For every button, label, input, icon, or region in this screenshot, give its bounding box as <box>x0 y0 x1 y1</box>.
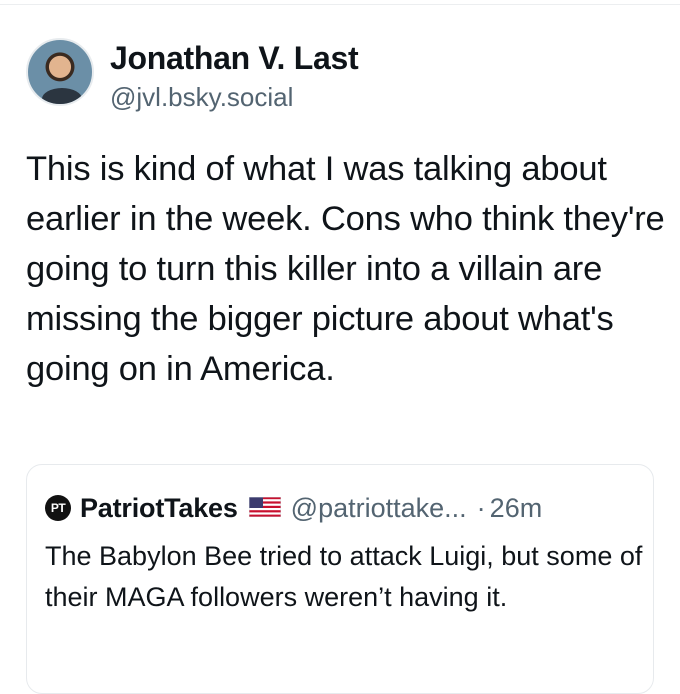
avatar-shirt <box>42 88 82 104</box>
quoted-post-text: The Babylon Bee tried to attack Luigi, b… <box>45 541 643 612</box>
quoted-timestamp[interactable]: 26m <box>490 492 543 524</box>
avatar[interactable] <box>26 38 94 106</box>
post-header: Jonathan V. Last @jvl.bsky.social <box>26 38 359 113</box>
meta-separator: · <box>476 493 486 523</box>
quoted-handle[interactable]: @patriottake... <box>291 492 467 524</box>
top-divider <box>0 4 680 5</box>
quoted-post-card[interactable]: PT PatriotTakes @patriottake... · 26m Th… <box>26 464 654 694</box>
patriottakes-logo-icon: PT <box>45 495 71 521</box>
us-flag-icon <box>248 492 282 524</box>
post-body-text: This is kind of what I was talking about… <box>26 150 665 388</box>
quoted-post-header: PT PatriotTakes @patriottake... · 26m <box>45 492 542 524</box>
author-handle[interactable]: @jvl.bsky.social <box>110 81 358 113</box>
author-display-name[interactable]: Jonathan V. Last <box>110 39 359 77</box>
quoted-display-name[interactable]: PatriotTakes <box>80 492 238 524</box>
author-names: Jonathan V. Last @jvl.bsky.social <box>110 38 359 113</box>
